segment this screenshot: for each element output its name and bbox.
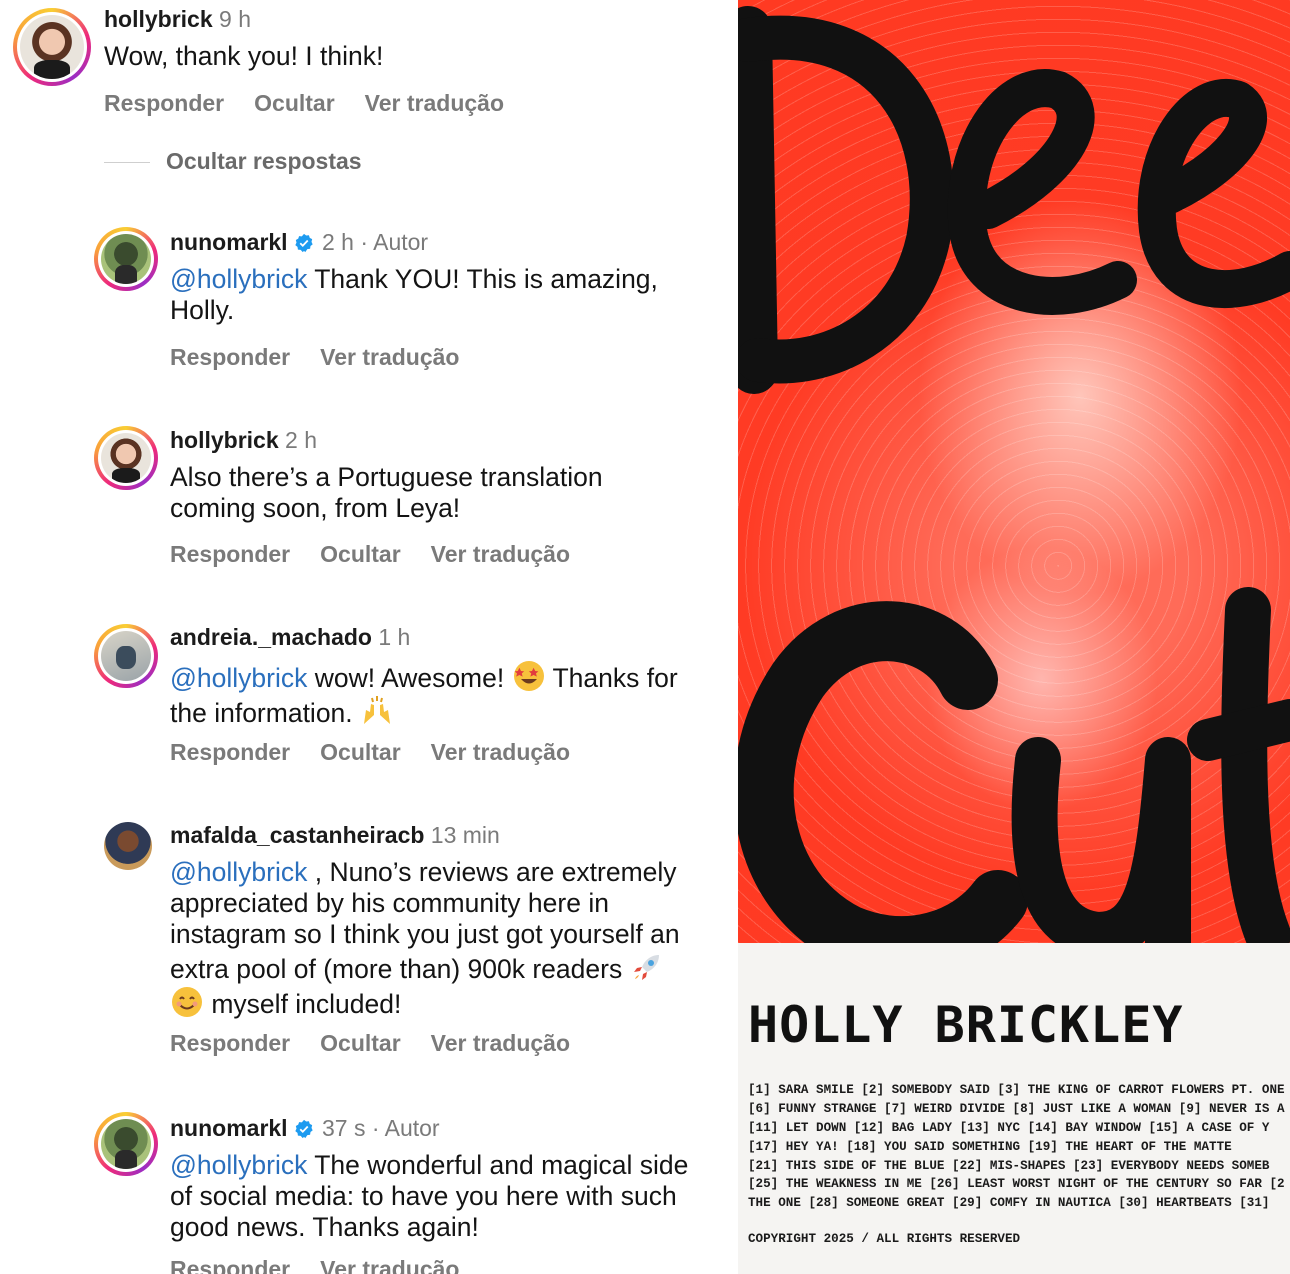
comment-meta: 9 h <box>219 6 252 32</box>
profile-photo <box>101 234 151 284</box>
comment-thread: hollybrick 9 h Wow, thank you! I think! … <box>0 0 738 1274</box>
tracklist-line: [11] LET DOWN [12] BAG LADY [13] NYC [14… <box>748 1121 1270 1135</box>
tracklist-line: [25] THE WEAKNESS IN ME [26] LEAST WORST… <box>748 1177 1285 1191</box>
hide-button[interactable]: Ocultar <box>320 1030 401 1056</box>
avatar[interactable] <box>104 822 152 870</box>
avatar[interactable] <box>13 8 91 86</box>
avatar[interactable] <box>94 426 158 490</box>
username[interactable]: nunomarkl <box>170 1115 288 1141</box>
see-translation-button[interactable]: Ver tradução <box>431 1030 570 1056</box>
book-cover-image: HOLLY BRICKLEY [1] SARA SMILE [2] SOMEBO… <box>738 0 1290 1274</box>
tracklist-line: [17] HEY YA! [18] YOU SAID SOMETHING [19… <box>748 1140 1232 1154</box>
profile-photo <box>20 15 84 79</box>
tracklist-line: [21] THIS SIDE OF THE BLUE [22] MIS-SHAP… <box>748 1159 1270 1173</box>
tracklist-line: [1] SARA SMILE [2] SOMEBODY SAID [3] THE… <box>748 1083 1290 1097</box>
see-translation-button[interactable]: Ver tradução <box>431 541 570 567</box>
cover-lettering <box>738 6 1290 943</box>
reply-button[interactable]: Responder <box>104 90 224 116</box>
avatar[interactable] <box>94 227 158 291</box>
comment-text: @hollybrick Thank YOU! This is amazing, … <box>170 264 658 325</box>
cover-copyright: COPYRIGHT 2025 / ALL RIGHTS RESERVED <box>748 1232 1021 1246</box>
cover-artwork <box>738 0 1290 943</box>
replies-divider <box>104 162 150 163</box>
mention-link[interactable]: @hollybrick <box>170 264 307 294</box>
profile-photo <box>101 1119 151 1169</box>
tracklist-line: THE ONE [28] SOMEONE GREAT [29] COMFY IN… <box>748 1196 1270 1210</box>
mention-link[interactable]: @hollybrick <box>170 663 307 693</box>
username[interactable]: mafalda_castanheiracb <box>170 822 424 848</box>
profile-photo <box>101 433 151 483</box>
hide-button[interactable]: Ocultar <box>320 739 401 765</box>
comment-meta: 2 h · Autor <box>321 229 429 255</box>
comment-text: Wow, thank you! I think! <box>104 41 384 71</box>
reply-button[interactable]: Responder <box>170 1256 290 1274</box>
reply-button[interactable]: Responder <box>170 739 290 765</box>
comment-actions: Responder Ocultar Ver tradução <box>170 1030 600 1057</box>
comment-meta: 13 min <box>430 822 500 848</box>
comment-meta: 1 h <box>378 624 411 650</box>
comment-text: @hollybrick , Nuno’s reviews are extreme… <box>170 857 680 1019</box>
comment-actions: Responder Ocultar Ver tradução <box>170 739 600 766</box>
comment-meta: 2 h <box>285 427 318 453</box>
username[interactable]: andreia._machado <box>170 624 372 650</box>
username[interactable]: hollybrick <box>104 6 213 32</box>
username[interactable]: hollybrick <box>170 427 279 453</box>
comment-actions: Responder Ver tradução <box>170 344 489 371</box>
avatar[interactable] <box>94 1112 158 1176</box>
raising-hands-emoji-icon <box>364 696 391 724</box>
mention-link[interactable]: @hollybrick <box>170 857 307 887</box>
see-translation-button[interactable]: Ver tradução <box>320 344 459 370</box>
comment-actions: Responder Ocultar Ver tradução <box>104 90 534 117</box>
mention-link[interactable]: @hollybrick <box>170 1150 307 1180</box>
username[interactable]: nunomarkl <box>170 229 288 255</box>
comment-actions: Responder Ver tradução <box>170 1256 489 1274</box>
see-translation-button[interactable]: Ver tradução <box>431 739 570 765</box>
comment-text: Also there’s a Portuguese translation co… <box>170 462 603 523</box>
profile-photo <box>101 631 151 681</box>
smiling-face-emoji-icon <box>172 987 202 1017</box>
comment-meta: 37 s · Autor <box>321 1115 440 1141</box>
see-translation-button[interactable]: Ver tradução <box>365 90 504 116</box>
hide-button[interactable]: Ocultar <box>320 541 401 567</box>
see-translation-button[interactable]: Ver tradução <box>320 1256 459 1274</box>
verified-badge-icon <box>294 233 313 253</box>
star-struck-emoji-icon <box>513 661 544 691</box>
profile-photo <box>104 822 152 870</box>
verified-badge-icon <box>294 1119 313 1139</box>
avatar[interactable] <box>94 624 158 688</box>
hide-replies-button[interactable]: Ocultar respostas <box>166 148 362 175</box>
title-brush-lettering <box>738 6 1290 943</box>
tracklist-line: [6] FUNNY STRANGE [7] WEIRD DIVIDE [8] J… <box>748 1102 1290 1116</box>
reply-button[interactable]: Responder <box>170 344 290 370</box>
comment-text: @hollybrick wow! Awesome! Thanks for the… <box>170 659 678 729</box>
reply-button[interactable]: Responder <box>170 541 290 567</box>
hide-button[interactable]: Ocultar <box>254 90 335 116</box>
reply-button[interactable]: Responder <box>170 1030 290 1056</box>
comment-text: @hollybrick The wonderful and magical si… <box>170 1150 689 1242</box>
comment-actions: Responder Ocultar Ver tradução <box>170 541 600 568</box>
cover-author-name: HOLLY BRICKLEY <box>748 996 1184 1054</box>
rocket-emoji-icon <box>633 955 659 980</box>
